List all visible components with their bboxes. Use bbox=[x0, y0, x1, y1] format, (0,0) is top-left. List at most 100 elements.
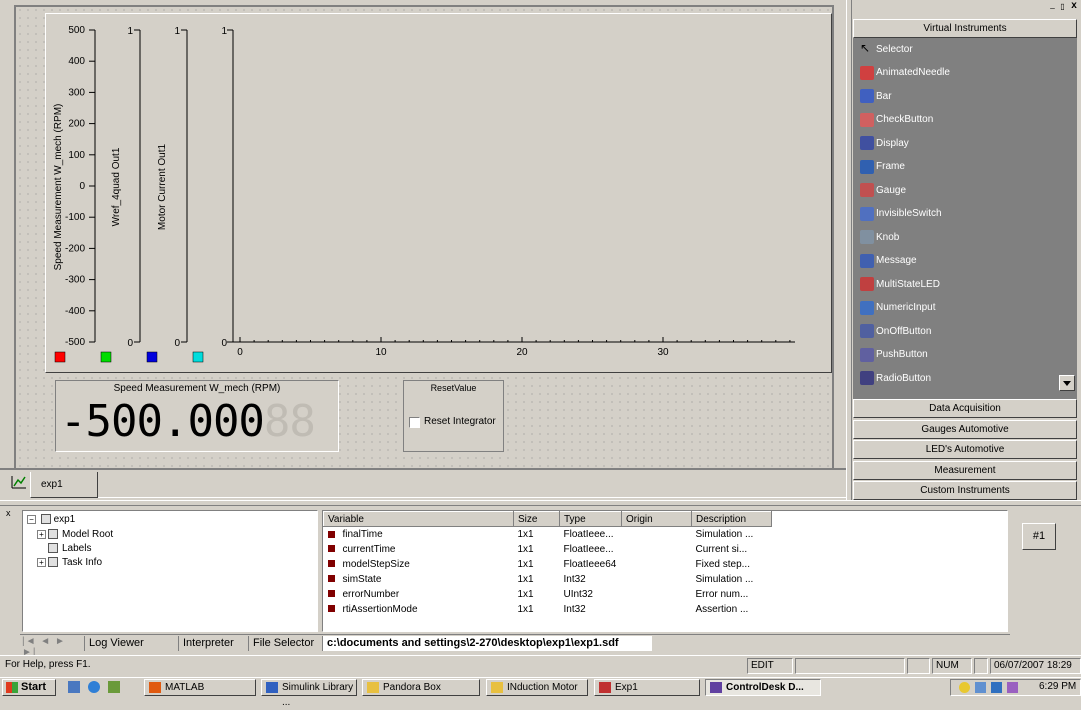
desktop-icon[interactable] bbox=[68, 681, 80, 693]
palette-group-data-acquisition[interactable]: Data Acquisition bbox=[853, 399, 1077, 418]
bottom-tab-4[interactable]: c:\documents and settings\2-270\desktop\… bbox=[322, 636, 652, 651]
table-row[interactable]: rtiAssertionMode 1x1 Int32 Assertion ... bbox=[324, 602, 772, 617]
palette-tool-gauge[interactable]: Gauge bbox=[856, 179, 1044, 201]
bottom-tab-1[interactable]: Log Viewer bbox=[84, 636, 174, 651]
palette-tool-invisibleswitch[interactable]: InvisibleSwitch bbox=[856, 203, 1044, 225]
page-1-button[interactable]: #1 bbox=[1022, 523, 1056, 550]
bottom-tab-3[interactable]: File Selector bbox=[248, 636, 320, 651]
close-button[interactable]: x bbox=[1069, 1, 1079, 11]
ie-icon[interactable] bbox=[88, 681, 100, 693]
cell-type: FloatIeee... bbox=[563, 528, 614, 540]
restore-button[interactable]: ▯ bbox=[1058, 2, 1067, 11]
column-header-description[interactable]: Description bbox=[691, 511, 772, 527]
cell-type: FloatIeee64 bbox=[563, 558, 617, 570]
start-button[interactable]: Start bbox=[2, 679, 56, 696]
doc-tab-exp1[interactable]: exp1 bbox=[30, 472, 98, 498]
legend-swatch-2 bbox=[100, 351, 112, 363]
tree-item[interactable]: +Labels bbox=[37, 543, 91, 554]
palette-tool-animatedneedle[interactable]: AnimatedNeedle bbox=[856, 62, 1044, 84]
layout-tab-icon[interactable] bbox=[10, 474, 28, 490]
palette-header-virtual-instruments[interactable]: Virtual Instruments bbox=[853, 19, 1077, 38]
table-row[interactable]: currentTime 1x1 FloatIeee... Current si... bbox=[324, 542, 772, 557]
variable-name: finalTime bbox=[342, 528, 383, 540]
palette-scroll-down[interactable] bbox=[1059, 375, 1075, 391]
doc-tab-label: exp1 bbox=[41, 479, 63, 490]
bottom-tab-2[interactable]: Interpreter bbox=[178, 636, 246, 651]
table-row[interactable]: errorNumber 1x1 UInt32 Error num... bbox=[324, 587, 772, 602]
expand-icon[interactable]: + bbox=[37, 529, 46, 539]
quicklaunch-icons[interactable] bbox=[64, 680, 128, 695]
tree-item-label: Labels bbox=[62, 543, 92, 554]
taskbar-button-4[interactable]: INduction Motor bbox=[486, 679, 588, 696]
tray-volume-icon[interactable] bbox=[959, 682, 970, 693]
canvas-top-edge bbox=[14, 5, 834, 7]
reset-checkbox[interactable] bbox=[409, 417, 420, 428]
cell-size: 1x1 bbox=[517, 588, 534, 600]
tree-root[interactable]: − exp1 bbox=[27, 514, 75, 525]
y-tick-label: -500 bbox=[65, 337, 85, 348]
variable-tree[interactable]: − exp1 + Model Root +Labels + Task Info bbox=[22, 510, 318, 632]
column-header-origin[interactable]: Origin bbox=[621, 511, 692, 527]
palette-tool-pushbutton[interactable]: PushButton bbox=[856, 344, 1044, 366]
taskbar-button-5[interactable]: Exp1 bbox=[594, 679, 700, 696]
tray-pen-icon[interactable] bbox=[991, 682, 1002, 693]
cell-description: Simulation ... bbox=[695, 528, 754, 540]
taskbar-button-1[interactable]: MATLAB bbox=[144, 679, 256, 696]
palette-tool-label: Gauge bbox=[876, 184, 907, 196]
taskbar-button-2[interactable]: Simulink Library ... bbox=[261, 679, 357, 708]
palette-tool-display[interactable]: Display bbox=[856, 132, 1044, 154]
palette-tool-onoffbutton[interactable]: OnOffButton bbox=[856, 320, 1044, 342]
variable-icon bbox=[327, 575, 335, 583]
expand-icon[interactable]: + bbox=[37, 557, 46, 567]
collapse-icon[interactable]: − bbox=[27, 514, 36, 524]
variable-name-cell: errorNumber bbox=[324, 587, 514, 602]
table-row[interactable]: simState 1x1 Int32 Simulation ... bbox=[324, 572, 772, 587]
taskbar-button-6[interactable]: ControlDesk D... bbox=[705, 679, 821, 696]
palette-group-custom-instruments[interactable]: Custom Instruments bbox=[853, 481, 1077, 500]
palette-group-measurement[interactable]: Measurement bbox=[853, 460, 1077, 480]
column-header-variable[interactable]: Variable bbox=[323, 511, 514, 527]
palette-tool-multistateled[interactable]: MultiStateLED bbox=[856, 273, 1044, 295]
palette-tool-knob[interactable]: Knob bbox=[856, 226, 1044, 248]
palette-tool-frame[interactable]: Frame bbox=[856, 156, 1044, 178]
reset-checkbox-label[interactable]: Reset Integrator bbox=[424, 416, 496, 427]
horizontal-splitter[interactable] bbox=[0, 500, 1081, 506]
palette-tool-bar[interactable]: Bar bbox=[856, 85, 1044, 107]
plotter-instrument[interactable]: Speed Measurement W_mech (RPM) 500 400 300… bbox=[45, 13, 832, 373]
pushbutton-icon bbox=[860, 347, 874, 362]
cell-origin bbox=[622, 587, 692, 602]
status-mode: EDIT bbox=[747, 658, 793, 674]
variable-name-cell: finalTime bbox=[324, 527, 514, 542]
palette-tool-numericinput[interactable]: NumericInput bbox=[856, 297, 1044, 319]
palette-group-gauges-automotive[interactable]: Gauges Automotive bbox=[853, 419, 1077, 439]
table-row[interactable]: finalTime 1x1 FloatIeee... Simulation ... bbox=[324, 527, 772, 542]
tree-item[interactable]: + Model Root bbox=[37, 529, 113, 540]
palette-group-led-s-automotive[interactable]: LED's Automotive bbox=[853, 440, 1077, 459]
system-tray: 6:29 PM bbox=[950, 679, 1081, 696]
tray-network-icon[interactable] bbox=[975, 682, 986, 693]
palette-tool-message[interactable]: Message bbox=[856, 250, 1044, 272]
palette-tool-checkbutton[interactable]: CheckButton bbox=[856, 109, 1044, 131]
column-header-type[interactable]: Type bbox=[559, 511, 622, 527]
palette-tool-label: PushButton bbox=[876, 349, 928, 360]
display-digits: -500.000 bbox=[60, 396, 265, 447]
explorer-icon[interactable] bbox=[108, 681, 120, 693]
tab-nav-buttons[interactable]: |◄ ◄ ► ►| bbox=[22, 636, 78, 658]
display-title: Speed Measurement W_mech (RPM) bbox=[113, 383, 281, 394]
display-instrument[interactable]: Speed Measurement W_mech (RPM) -500.0008… bbox=[55, 380, 339, 452]
palette-tool-selector[interactable]: ↖ Selector bbox=[856, 38, 1044, 60]
tree-item[interactable]: + Task Info bbox=[37, 557, 102, 568]
y-tick-label: 200 bbox=[68, 119, 85, 130]
palette-tool-radiobutton[interactable]: RadioButton bbox=[856, 367, 1044, 389]
aux-axis-3-bottom: 0 bbox=[221, 338, 227, 349]
taskbar-button-3[interactable]: Pandora Box bbox=[362, 679, 480, 696]
variable-table[interactable]: Variable Size Type Origin Description finalT… bbox=[322, 510, 1008, 632]
column-header-size[interactable]: Size bbox=[513, 511, 560, 527]
tray-app-icon[interactable] bbox=[1007, 682, 1018, 693]
palette-tool-label: Message bbox=[876, 255, 917, 266]
table-row[interactable]: modelStepSize 1x1 FloatIeee64 Fixed step... bbox=[324, 557, 772, 572]
pane-close-icon[interactable]: x bbox=[6, 509, 15, 518]
minimize-button[interactable]: _ bbox=[1048, 1, 1057, 11]
onoffbutton-icon bbox=[860, 324, 874, 338]
aux-axis-1: Wref_4quad Out1 1 0 bbox=[111, 26, 141, 349]
